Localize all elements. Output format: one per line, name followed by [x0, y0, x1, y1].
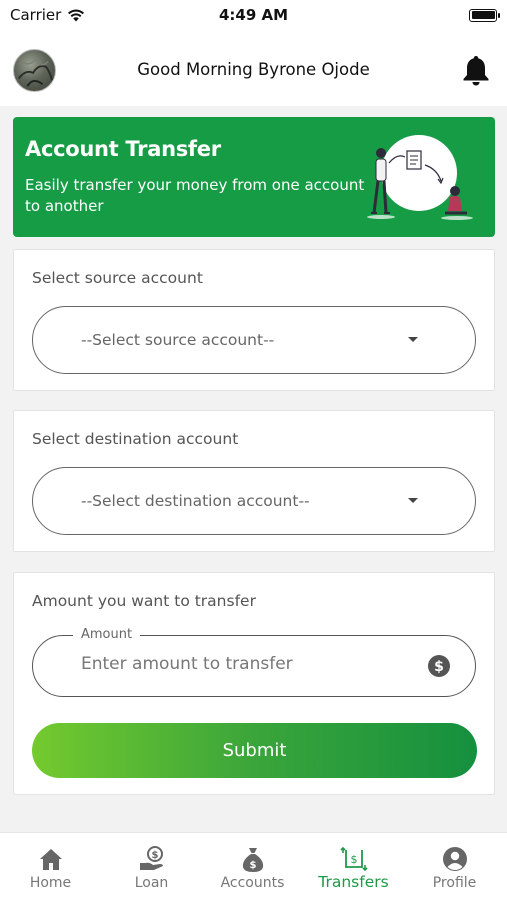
- tab-accounts-label: Accounts: [220, 875, 285, 891]
- bell-icon[interactable]: [462, 54, 490, 86]
- status-left: Carrier: [10, 6, 85, 24]
- banner-title: Account Transfer: [25, 137, 221, 161]
- svg-text:$: $: [249, 860, 256, 871]
- transfer-banner: Account Transfer Easily transfer your mo…: [13, 117, 495, 237]
- source-account-card: Select source account --Select source ac…: [13, 249, 495, 391]
- bottom-tab-bar: Home $ Loan $ Accounts $ Transfers Profi…: [0, 832, 507, 900]
- avatar-image: [17, 58, 54, 87]
- destination-account-label: Select destination account: [32, 430, 239, 448]
- transfer-icon: $: [339, 846, 368, 872]
- transfer-illustration: [367, 135, 473, 220]
- app-header: Good Morning Byrone Ojode: [0, 30, 507, 106]
- destination-account-select[interactable]: --Select destination account--: [32, 467, 476, 535]
- avatar[interactable]: [13, 49, 56, 92]
- source-account-select[interactable]: --Select source account--: [32, 306, 476, 374]
- amount-field[interactable]: Amount $: [32, 627, 476, 697]
- chevron-down-icon: [408, 498, 418, 503]
- destination-account-card: Select destination account --Select dest…: [13, 410, 495, 552]
- banner-subtitle: Easily transfer your money from one acco…: [25, 176, 365, 215]
- dollar-icon: $: [428, 655, 450, 677]
- tab-accounts[interactable]: $ Accounts: [202, 833, 303, 900]
- tab-loan-label: Loan: [134, 875, 169, 891]
- destination-account-value: --Select destination account--: [81, 492, 310, 510]
- tab-home-label: Home: [29, 875, 72, 891]
- svg-text:$: $: [434, 659, 444, 675]
- tab-loan[interactable]: $ Loan: [101, 833, 202, 900]
- tab-transfers[interactable]: $ Transfers: [303, 833, 404, 900]
- submit-button[interactable]: Submit: [32, 723, 477, 778]
- amount-field-label: Amount: [73, 627, 141, 642]
- svg-text:$: $: [151, 850, 158, 861]
- tab-home[interactable]: Home: [0, 833, 101, 900]
- amount-label: Amount you want to transfer: [32, 592, 256, 610]
- svg-text:$: $: [350, 853, 357, 866]
- home-icon: [39, 849, 62, 870]
- profile-icon: [442, 847, 467, 871]
- source-account-label: Select source account: [32, 269, 203, 287]
- amount-card: Amount you want to transfer Amount $ Sub…: [13, 572, 495, 795]
- amount-input[interactable]: [81, 654, 411, 674]
- source-account-value: --Select source account--: [81, 331, 275, 349]
- tab-profile[interactable]: Profile: [404, 833, 505, 900]
- carrier-label: Carrier: [10, 6, 62, 24]
- tab-profile-label: Profile: [432, 875, 477, 891]
- wifi-icon: [68, 9, 85, 22]
- money-bag-icon: $: [242, 848, 263, 872]
- battery-icon: [469, 8, 500, 22]
- status-bar: Carrier 4:49 AM: [0, 0, 507, 30]
- loan-icon: $: [139, 846, 163, 870]
- tab-transfers-label: Transfers: [318, 873, 389, 891]
- greeting-text: Good Morning Byrone Ojode: [137, 60, 370, 79]
- chevron-down-icon: [408, 337, 418, 342]
